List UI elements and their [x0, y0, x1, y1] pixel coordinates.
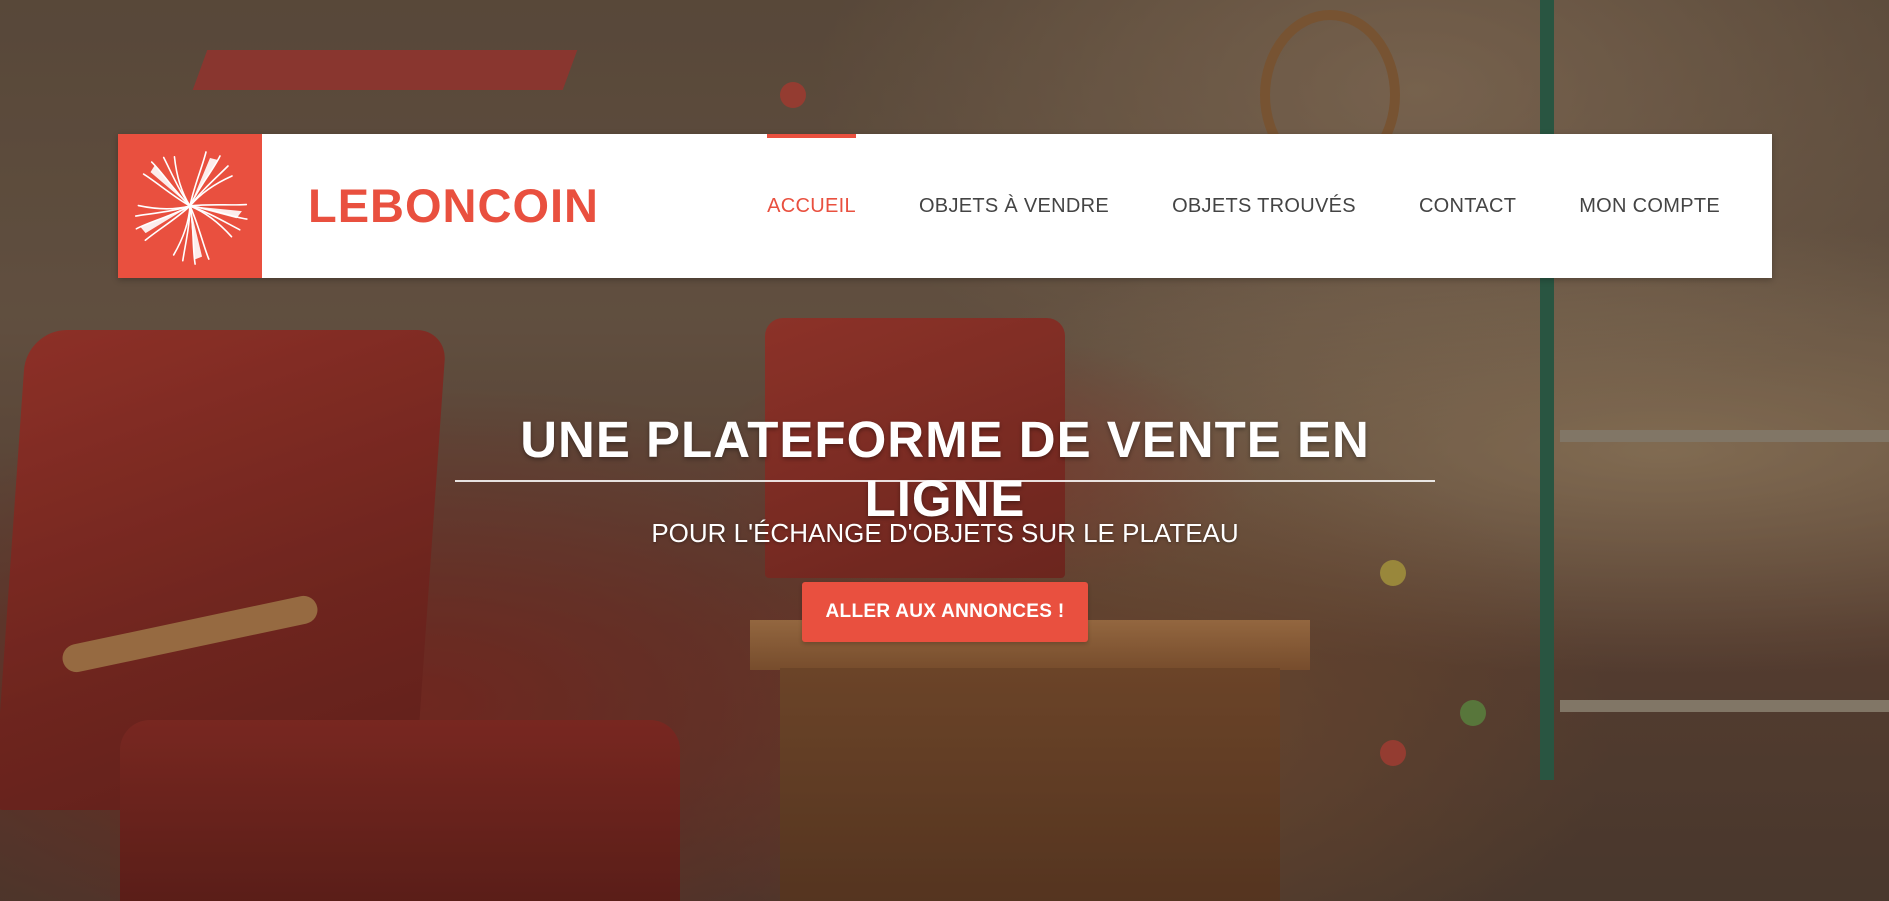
- nav-item-mon-compte[interactable]: MON COMPTE: [1579, 134, 1720, 278]
- hero-subline: POUR L'ÉCHANGE D'OBJETS SUR LE PLATEAU: [651, 518, 1239, 548]
- logo[interactable]: [118, 134, 262, 278]
- nav-item-contact[interactable]: CONTACT: [1419, 134, 1516, 278]
- pinwheel-flower-icon: [130, 148, 250, 266]
- nav-item-objets-trouves[interactable]: OBJETS TROUVÉS: [1172, 134, 1356, 278]
- nav-item-accueil[interactable]: ACCUEIL: [767, 134, 856, 278]
- hero-headline: UNE PLATEFORME DE VENTE EN LIGNE: [520, 411, 1370, 527]
- nav-item-objets-a-vendre[interactable]: OBJETS À VENDRE: [919, 134, 1109, 278]
- navbar: LEBONCOIN ACCUEIL OBJETS À VENDRE OBJETS…: [118, 134, 1772, 278]
- headline-divider: [455, 480, 1435, 482]
- go-to-listings-button[interactable]: ALLER AUX ANNONCES !: [802, 582, 1088, 642]
- main-nav: ACCUEIL OBJETS À VENDRE OBJETS TROUVÉS C…: [704, 134, 1720, 278]
- hero-section: LEBONCOIN ACCUEIL OBJETS À VENDRE OBJETS…: [0, 0, 1889, 901]
- brand-name[interactable]: LEBONCOIN: [308, 134, 599, 278]
